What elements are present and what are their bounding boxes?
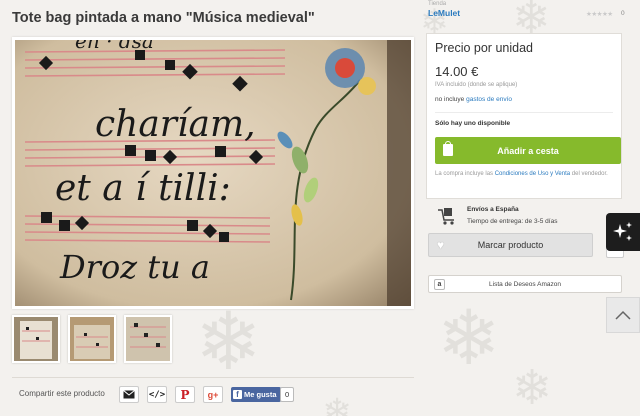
terms-prefix: La compra incluye las — [435, 171, 494, 177]
facebook-like-count: 0 — [280, 387, 295, 402]
product-main-image[interactable]: en · dsa charíam, et a í tilli: Droz tu … — [12, 37, 414, 309]
price-value: 14.00 € — [435, 64, 479, 79]
pinterest-share-button[interactable]: P — [175, 386, 195, 403]
mark-product-label: Marcar producto — [477, 240, 544, 250]
mark-product-button[interactable]: ♥ Marcar producto — [428, 233, 593, 257]
stock-status: Sólo hay uno disponible — [435, 120, 511, 127]
heart-icon: ♥ — [437, 238, 445, 252]
terms-link[interactable]: Condiciones de Uso y Venta — [495, 171, 570, 177]
separator — [435, 112, 613, 113]
amazon-wishlist-label: Lista de Deseos Amazon — [489, 280, 561, 288]
thumbnail-image — [70, 317, 114, 361]
scroll-to-top-button[interactable] — [606, 297, 640, 333]
sparkle-widget-button[interactable] — [606, 213, 640, 251]
shipping-costs-link[interactable]: gastos de envío — [466, 96, 512, 103]
svg-text:charíam,: charíam, — [95, 104, 256, 145]
share-label: Compartir este producto — [19, 389, 105, 398]
sparkle-icon — [613, 222, 632, 241]
vat-note: IVA incluido (donde se aplique) — [435, 82, 518, 88]
terms-note: La compra incluye las Condiciones de Uso… — [435, 170, 619, 179]
share-divider — [12, 377, 414, 378]
product-title: Tote bag pintada a mano "Música medieval… — [12, 10, 315, 26]
pinterest-icon: P — [180, 387, 190, 402]
shipping-destination: Envíos a España — [467, 206, 519, 213]
embed-icon: </> — [148, 389, 166, 400]
svg-text:en · dsa: en · dsa — [75, 40, 154, 53]
thumbnail-2[interactable] — [68, 315, 116, 363]
facebook-like-label: Me gusta — [244, 390, 277, 399]
google-plus-icon: g+ — [207, 389, 219, 400]
shopping-bag-icon — [443, 141, 453, 156]
snowflake-decoration: ❄ — [322, 392, 353, 416]
snowflake-decoration: ❄ — [512, 360, 553, 416]
email-share-button[interactable] — [119, 386, 139, 403]
google-plus-share-button[interactable]: g+ — [203, 386, 223, 403]
email-icon — [123, 390, 135, 399]
svg-text:Droz tu a: Droz tu a — [59, 248, 210, 286]
terms-suffix: del vendedor. — [571, 171, 608, 177]
facebook-icon: f — [233, 390, 242, 399]
thumbnail-3[interactable] — [124, 315, 172, 363]
add-to-cart-label: Añadir a cesta — [497, 145, 559, 156]
svg-text:et a í tilli:: et a í tilli: — [55, 168, 231, 209]
shop-label: Tienda — [428, 1, 447, 7]
purchase-box: Precio por unidad 14.00 € IVA incluido (… — [426, 33, 622, 199]
thumbnail-image — [14, 317, 58, 361]
snowflake-decoration: ❄ — [437, 293, 501, 382]
delivery-time: Tiempo de entrega: de 3-5 días — [467, 218, 558, 225]
facebook-like-button[interactable]: f Me gusta — [231, 387, 281, 402]
thumbnail-image — [126, 317, 170, 361]
shipping-note: no incluye gastos de envío — [435, 96, 512, 103]
product-photo: en · dsa charíam, et a í tilli: Droz tu … — [15, 40, 411, 306]
shop-rating-stars: ★★★★★ — [586, 11, 613, 18]
embed-share-button[interactable]: </> — [147, 386, 167, 403]
shop-name-link[interactable]: LeMulet — [428, 8, 460, 18]
thumbnail-1[interactable] — [12, 315, 60, 363]
amazon-icon: a — [434, 279, 445, 290]
add-to-cart-button[interactable]: Añadir a cesta — [435, 137, 621, 164]
snowflake-decoration: ❄ — [195, 295, 263, 388]
shop-rating-count: 0 — [621, 10, 625, 17]
chevron-up-icon — [615, 310, 631, 320]
price-label: Precio por unidad — [435, 41, 533, 55]
shipping-prefix: no incluye — [435, 96, 465, 103]
amazon-wishlist-button[interactable]: a Lista de Deseos Amazon — [428, 275, 622, 293]
delivery-truck-icon — [438, 208, 454, 225]
